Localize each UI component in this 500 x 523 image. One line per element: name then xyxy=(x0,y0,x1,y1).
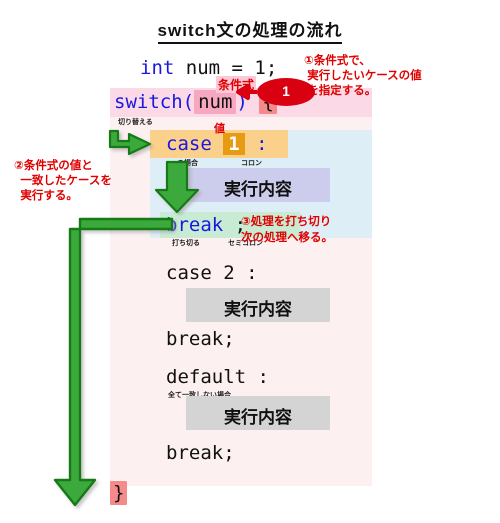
ruby-case: 〜の場合 xyxy=(170,159,198,167)
line-case1: case 1 : xyxy=(166,133,268,155)
exec-box-case1-label: 実行内容 xyxy=(224,180,292,199)
keyword-switch: switch( xyxy=(114,91,195,113)
callout-bubble-value: 1 xyxy=(282,83,290,99)
line-case2: case 2 : xyxy=(166,262,258,284)
ruby-colon: コロン xyxy=(241,159,262,167)
keyword-case: case xyxy=(166,133,212,155)
switch-argument: num xyxy=(194,90,237,114)
line-declaration: int num = 1; xyxy=(140,57,277,79)
callout-bubble: 1 xyxy=(257,78,315,106)
label-condition: 条件式 xyxy=(216,76,257,93)
case1-value: 1 xyxy=(223,133,245,155)
exec-box-case2-label: 実行内容 xyxy=(224,300,292,319)
line-switch: switch(num) { xyxy=(114,90,277,114)
page-title-text: switch文の処理の流れ xyxy=(157,21,343,44)
keyword-int: int xyxy=(140,57,175,79)
line-break3: break; xyxy=(166,442,235,464)
closing-brace: } xyxy=(110,481,128,505)
exec-box-default-label: 実行内容 xyxy=(224,408,292,427)
line-closing-brace: } xyxy=(110,481,128,505)
line-break1: break ; xyxy=(166,214,246,236)
line-break2: break; xyxy=(166,328,235,350)
diagram-canvas: switch文の処理の流れ int num = 1; switch(num) {… xyxy=(0,0,500,523)
case1-colon: : xyxy=(256,133,268,155)
ruby-switch: 切り替える xyxy=(118,118,153,126)
exec-box-case2: 実行内容 xyxy=(186,288,330,322)
ruby-break: 打ち切る xyxy=(172,239,200,247)
exec-box-default: 実行内容 xyxy=(186,396,330,430)
label-value: 値 xyxy=(214,123,225,135)
page-title: switch文の処理の流れ xyxy=(0,16,500,44)
switch-close-paren: ) xyxy=(236,91,248,113)
annotation-2: ②条件式の値と 一致したケースを 実行する。 xyxy=(14,160,112,202)
line-default: default : xyxy=(166,366,269,388)
annotation-3: ③処理を打ち切り 次の処理へ移る。 xyxy=(241,216,333,244)
keyword-break: break xyxy=(166,214,224,236)
exec-box-case1: 実行内容 xyxy=(186,168,330,202)
annotation-1: ①条件式で、 実行したいケースの値 を指定する。 xyxy=(304,55,422,97)
